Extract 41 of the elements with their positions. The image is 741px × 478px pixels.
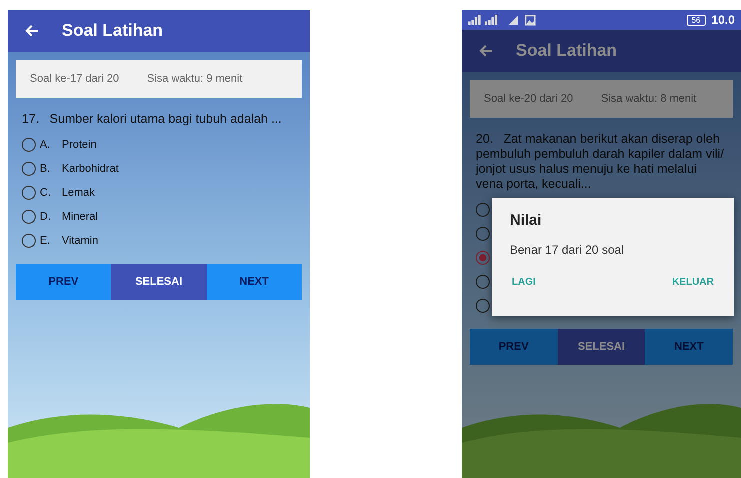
option-letter: D. xyxy=(40,210,52,222)
option-letter: C. xyxy=(40,186,52,198)
question-counter: Soal ke-20 dari 20 xyxy=(484,93,574,105)
radio-button[interactable] xyxy=(476,226,490,240)
back-arrow-icon[interactable] xyxy=(24,23,40,39)
radio-button[interactable] xyxy=(22,210,36,224)
finish-button[interactable]: SELESAI xyxy=(558,329,646,365)
nav-button[interactable]: NEXT xyxy=(206,264,302,300)
option-label[interactable]: Karbohidrat xyxy=(62,162,119,174)
radio-button[interactable] xyxy=(476,298,490,312)
option-label[interactable]: Lemak xyxy=(62,186,96,198)
question-counter: Soal ke-17 dari 20 xyxy=(30,73,120,85)
option-letter: B. xyxy=(40,162,52,174)
radio-button[interactable] xyxy=(22,186,36,200)
dialog-button[interactable]: LAGI xyxy=(510,273,538,292)
clock-time: 10.0 xyxy=(712,13,735,27)
notification-icon xyxy=(508,14,519,26)
radio-button[interactable] xyxy=(476,202,490,216)
dialog-title: Nilai xyxy=(510,212,543,229)
nav-button[interactable]: PREV xyxy=(16,264,112,300)
radio-button[interactable] xyxy=(476,274,490,288)
question-text: 17. Sumber kalori utama bagi tubuh adalah ... xyxy=(22,112,283,127)
finish-button[interactable]: SELESAI xyxy=(111,264,207,300)
option-label[interactable]: Protein xyxy=(62,138,97,150)
option-letter: A. xyxy=(40,138,52,150)
option-label[interactable]: Mineral xyxy=(62,210,98,222)
radio-button[interactable] xyxy=(22,138,36,152)
dialog-message: Benar 17 dari 20 soal xyxy=(510,243,626,257)
question-text: 20. Zat makanan berikut akan diserap oleh pembuluh pembuluh darah kapiler dalam vili/ jonjot usus halus menuju ke hati melalui vena porta, kecuali... xyxy=(476,132,726,192)
app-title: Soal Latihan xyxy=(62,21,164,41)
app-title: Soal Latihan xyxy=(516,41,618,61)
back-arrow-icon[interactable] xyxy=(478,43,494,59)
time-remaining: Sisa waktu: 9 menit xyxy=(147,73,243,85)
option-label[interactable]: Vitamin xyxy=(62,234,98,246)
radio-button[interactable] xyxy=(22,162,36,176)
dialog-button[interactable]: KELUAR xyxy=(670,273,716,292)
battery-level: 56 xyxy=(686,14,706,26)
option-letter: E. xyxy=(40,234,52,246)
time-remaining: Sisa waktu: 8 menit xyxy=(601,93,697,105)
radio-button[interactable] xyxy=(22,234,36,248)
image-icon xyxy=(525,14,536,26)
